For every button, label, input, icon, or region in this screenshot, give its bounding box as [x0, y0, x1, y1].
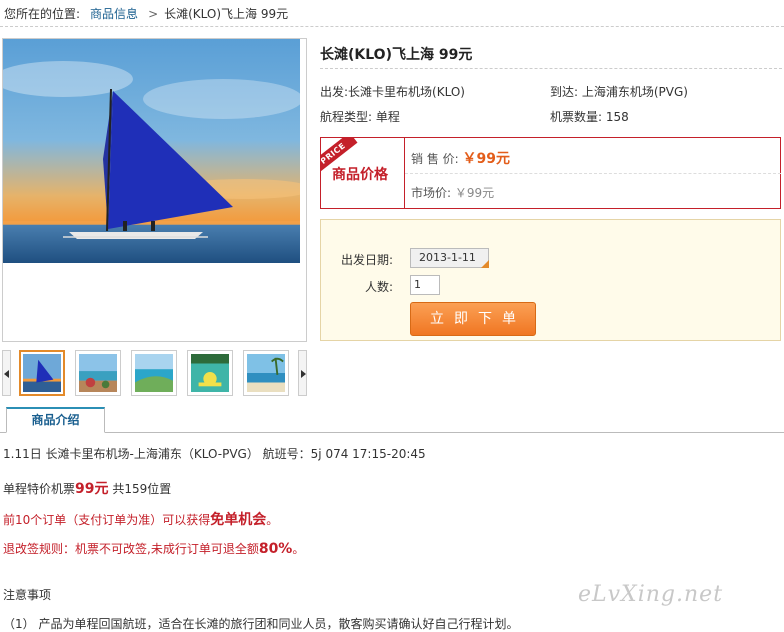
sale-price-row: 销 售 价: ￥99元 — [411, 148, 510, 168]
order-box: 出发日期: 2013-1-11 人数: 1 立即下单 — [320, 219, 781, 341]
arrival-info: 到达: 上海浦东机场(PVG) — [550, 85, 688, 99]
arrow-right-icon — [301, 370, 306, 378]
quantity-input[interactable]: 1 — [410, 275, 440, 295]
departure-date-input[interactable]: 2013-1-11 — [410, 248, 489, 268]
thumbnail-prev-button[interactable] — [2, 350, 11, 396]
quantity-label: 人数: — [365, 280, 394, 294]
departure-date-label: 出发日期: — [341, 253, 394, 267]
note-item-1: （1） 产品为单程回国航班，适合在长滩的旅行团和同业人员，散客购买请确认好自己行… — [3, 617, 519, 631]
tab-product-intro[interactable]: 商品介绍 — [6, 407, 105, 433]
departure-info: 出发:长滩卡里布机场(KLO) — [320, 85, 465, 99]
special-fare-text: 单程特价机票 — [3, 482, 76, 496]
notes-title: 注意事项 — [3, 588, 52, 602]
breadcrumb-separator: > — [148, 7, 159, 21]
thumbnail-1[interactable] — [19, 350, 65, 396]
sale-price-value: ￥99元 — [462, 151, 510, 167]
special-fare-line: 单程特价机票99元 共159位置 — [3, 478, 171, 498]
price-box: PRICE 商品价格 销 售 价: ￥99元 市场价: ￥99元 — [320, 137, 781, 209]
special-fare-price: 99元 — [75, 481, 109, 497]
breadcrumb-current: 长滩(KLO)飞上海 99元 — [164, 7, 289, 21]
price-label: 商品价格 — [332, 167, 388, 183]
ticket-count-info: 机票数量: 158 — [550, 110, 629, 124]
market-price-label: 市场价: — [411, 186, 452, 200]
refund-rule-line: 退改签规则：机票不可改签,未成行订单可退全额80%。 — [3, 540, 304, 557]
refund-rule-percent: 80% — [258, 541, 293, 557]
title-divider — [320, 68, 782, 69]
free-order-text: 前10个订单（支付订单为准）可以获得 — [3, 513, 211, 527]
main-product-image — [3, 39, 300, 263]
product-title: 长滩(KLO)飞上海 99元 — [320, 47, 473, 63]
market-price-value: ￥99元 — [454, 186, 495, 200]
order-now-button[interactable]: 立即下单 — [410, 302, 536, 336]
site-watermark: eLvXing.net — [578, 582, 724, 607]
free-order-line: 前10个订单（支付订单为准）可以获得免单机会。 — [3, 509, 278, 529]
trip-type-info: 航程类型: 单程 — [320, 110, 400, 124]
breadcrumb-divider — [0, 26, 784, 27]
breadcrumb: 您所在的位置: 商品信息 > 长滩(KLO)飞上海 99元 — [4, 5, 288, 21]
free-order-end: 。 — [266, 513, 279, 527]
price-label-panel: PRICE 商品价格 — [321, 138, 405, 208]
sale-price-label: 销 售 价: — [411, 152, 459, 166]
departure-date-value: 2013-1-11 — [419, 251, 476, 264]
thumbnail-2[interactable] — [75, 350, 121, 396]
refund-rule-end: 。 — [292, 542, 305, 556]
thumbnail-5[interactable] — [243, 350, 289, 396]
thumbnail-3[interactable] — [131, 350, 177, 396]
flight-detail-line: 1.11日 长滩卡里布机场-上海浦东（KLO-PVG） 航班号：5j 074 1… — [3, 447, 426, 461]
breadcrumb-prefix: 您所在的位置: — [4, 7, 81, 21]
thumbnail-next-button[interactable] — [298, 350, 307, 396]
calendar-corner-icon — [481, 260, 489, 268]
arrow-left-icon — [4, 370, 9, 378]
special-fare-seats: 共159位置 — [108, 482, 172, 496]
thumbnail-4[interactable] — [187, 350, 233, 396]
tab-bar-divider — [0, 432, 784, 433]
price-divider — [405, 173, 781, 174]
breadcrumb-link-product-info[interactable]: 商品信息 — [90, 7, 138, 21]
market-price-row: 市场价: ￥99元 — [411, 184, 494, 201]
refund-rule-text: 退改签规则：机票不可改签,未成行订单可退全额 — [3, 542, 259, 556]
free-order-highlight: 免单机会 — [210, 512, 267, 528]
thumbnail-strip — [2, 350, 307, 398]
